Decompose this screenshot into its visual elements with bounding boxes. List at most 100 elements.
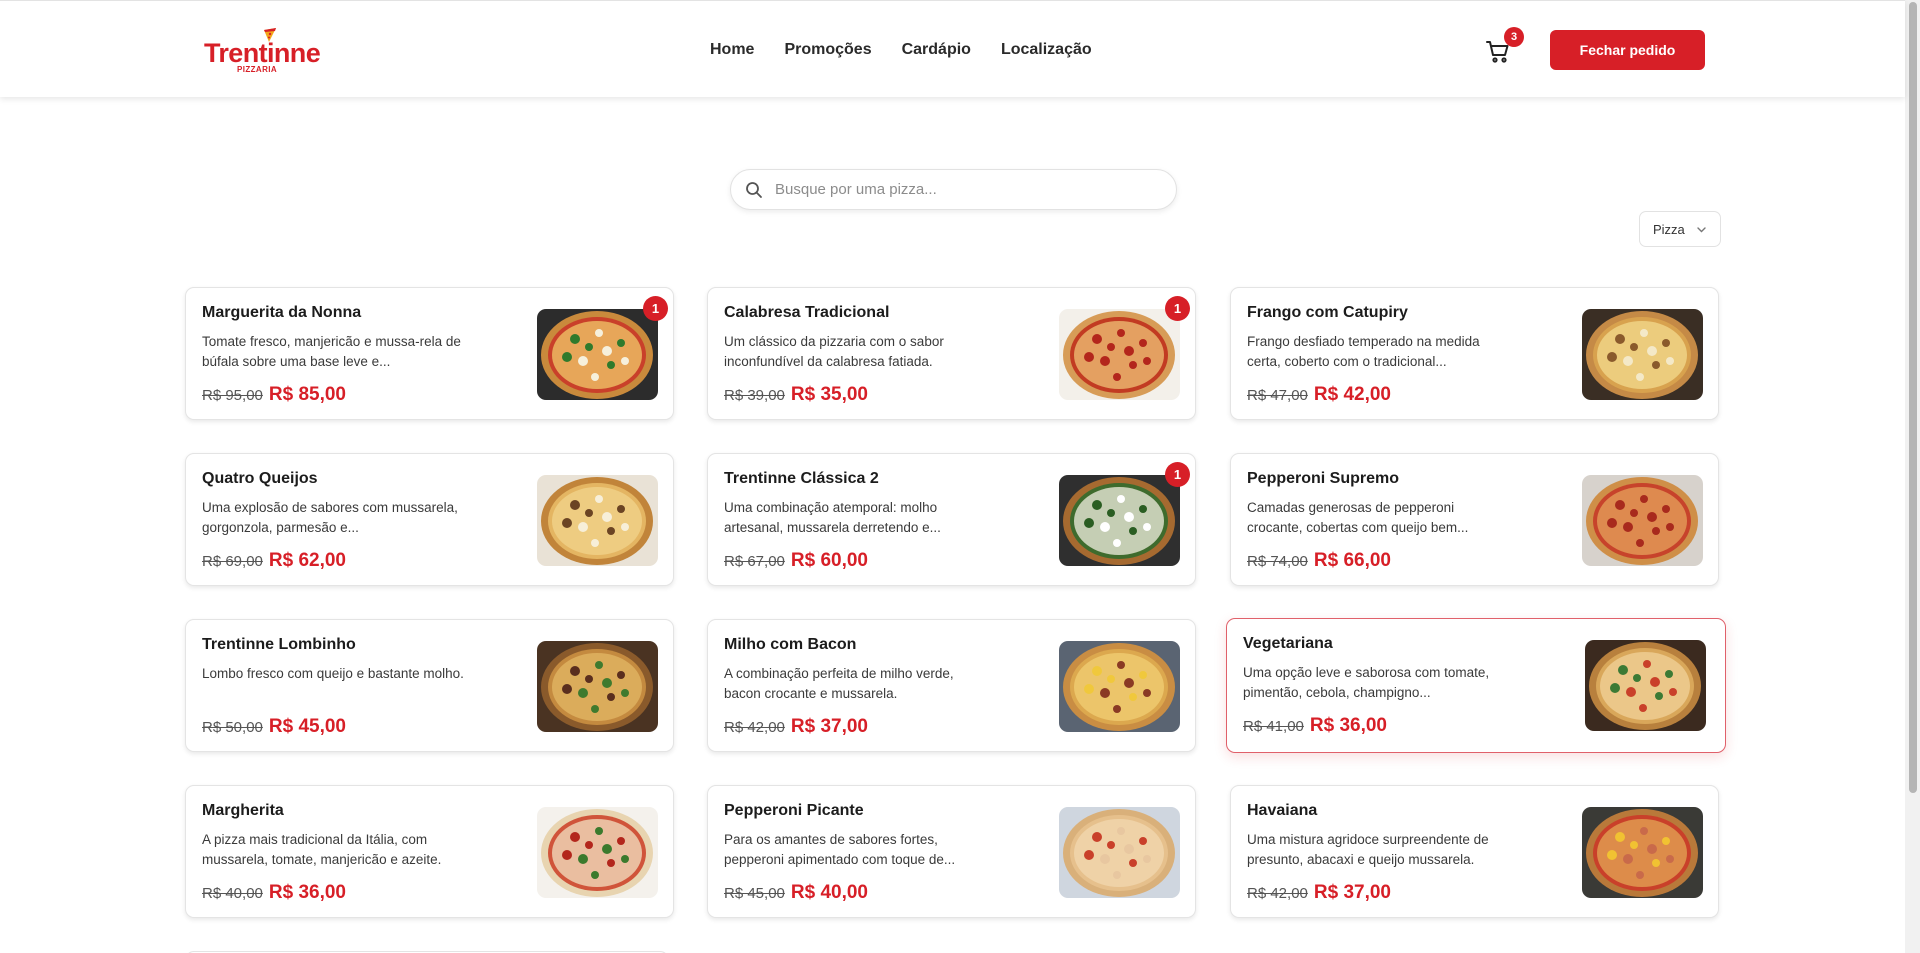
- original-price: R$ 69,00: [202, 553, 263, 570]
- nav-promocoes[interactable]: Promoções: [784, 39, 871, 61]
- product-name: Margherita: [202, 802, 284, 819]
- product-name: Frango com Catupiry: [1247, 304, 1408, 321]
- pizza-image: [1582, 807, 1703, 898]
- product-card[interactable]: Calabresa Tradicional Um clássico da pizz…: [707, 287, 1196, 420]
- checkout-button[interactable]: Fechar pedido: [1550, 30, 1705, 70]
- original-price: R$ 40,00: [202, 885, 263, 902]
- original-price: R$ 95,00: [202, 387, 263, 404]
- scrollbar-thumb[interactable]: [1909, 2, 1917, 793]
- product-image[interactable]: [1059, 309, 1180, 400]
- product-card[interactable]: Trentinne Lombinho Lombo fresco com queij…: [185, 619, 674, 752]
- product-name: Milho com Bacon: [724, 636, 857, 653]
- pizza-slice-icon: [264, 28, 276, 42]
- original-price: R$ 42,00: [1247, 885, 1308, 902]
- product-card[interactable]: Milho com Bacon A combinação perfeita de …: [707, 619, 1196, 752]
- product-card[interactable]: Margherita A pizza mais tradicional da It…: [185, 785, 674, 918]
- price-row: R$ 40,00 R$ 36,00: [202, 882, 346, 904]
- product-card[interactable]: Marguerita da Nonna Tomate fresco, manjer…: [185, 287, 674, 420]
- pizza-image: [1585, 640, 1706, 731]
- product-name: Havaiana: [1247, 802, 1318, 819]
- price-row: R$ 95,00 R$ 85,00: [202, 384, 346, 406]
- sale-price: R$ 60,00: [790, 550, 869, 571]
- cart-quantity-badge: 1: [643, 296, 668, 321]
- sale-price: R$ 45,00: [268, 716, 347, 737]
- sale-price: R$ 37,00: [1313, 882, 1392, 903]
- price-row: R$ 69,00 R$ 62,00: [202, 550, 346, 572]
- product-image[interactable]: [1059, 641, 1180, 732]
- nav-home[interactable]: Home: [710, 39, 754, 61]
- price-row: R$ 67,00 R$ 60,00: [724, 550, 868, 572]
- product-card[interactable]: Havaiana Uma mistura agridoce surpreenden…: [1230, 785, 1719, 918]
- sale-price: R$ 66,00: [1313, 550, 1392, 571]
- original-price: R$ 39,00: [724, 387, 785, 404]
- product-description: Uma opção leve e saborosa com tomate, pi…: [1243, 665, 1490, 700]
- product-image[interactable]: [1585, 640, 1706, 731]
- product-description: Uma explosão de sabores com mussarela, g…: [202, 500, 458, 535]
- product-image[interactable]: [537, 309, 658, 400]
- pizza-image: [537, 475, 658, 566]
- sale-price: R$ 36,00: [1309, 715, 1388, 736]
- original-price: R$ 74,00: [1247, 553, 1308, 570]
- pizza-image: [537, 309, 658, 400]
- original-price: R$ 47,00: [1247, 387, 1308, 404]
- price-row: R$ 74,00 R$ 66,00: [1247, 550, 1391, 572]
- product-card[interactable]: Pepperoni Picante Para os amantes de sabo…: [707, 785, 1196, 918]
- pizza-image: [1582, 309, 1703, 400]
- price-row: R$ 41,00 R$ 36,00: [1243, 715, 1387, 737]
- product-name: Pepperoni Picante: [724, 802, 864, 819]
- product-card[interactable]: Quatro Queijos Uma explosão de sabores co…: [185, 453, 674, 586]
- product-image[interactable]: [1582, 475, 1703, 566]
- original-price: R$ 45,00: [724, 885, 785, 902]
- pizza-image: [1582, 475, 1703, 566]
- product-image[interactable]: [537, 807, 658, 898]
- sale-price: R$ 62,00: [268, 550, 347, 571]
- nav-localizacao[interactable]: Localização: [1001, 39, 1092, 61]
- nav-cardapio[interactable]: Cardápio: [902, 39, 971, 61]
- cart-count-badge: 3: [1504, 27, 1524, 47]
- product-image[interactable]: [1059, 475, 1180, 566]
- product-image[interactable]: [1582, 807, 1703, 898]
- product-card[interactable]: Trentinne Clássica 2 Uma combinação atemp…: [707, 453, 1196, 586]
- product-name: Pepperoni Supremo: [1247, 470, 1400, 487]
- product-card[interactable]: Vegetariana Uma opção leve e saborosa com…: [1226, 618, 1726, 753]
- product-description: Lombo fresco com queijo e bastante molho…: [202, 666, 464, 681]
- brand-logo[interactable]: Trentinne PIZZARIA: [204, 25, 321, 75]
- sale-price: R$ 37,00: [790, 716, 869, 737]
- site-header: Trentinne PIZZARIA Home Promoções Cardáp…: [0, 0, 1905, 97]
- main-nav: Home Promoções Cardápio Localização: [710, 39, 1092, 61]
- sale-price: R$ 40,00: [790, 882, 869, 903]
- cart-quantity-badge: 1: [1165, 296, 1190, 321]
- product-card[interactable]: Frango com Catupiry Frango desfiado tempe…: [1230, 287, 1719, 420]
- original-price: R$ 42,00: [724, 719, 785, 736]
- original-price: R$ 50,00: [202, 719, 263, 736]
- product-description: Uma mistura agridoce surpreendente de pr…: [1247, 832, 1489, 867]
- product-name: Calabresa Tradicional: [724, 304, 890, 321]
- pizza-image: [537, 641, 658, 732]
- sale-price: R$ 35,00: [790, 384, 869, 405]
- product-description: Uma combinação atemporal: molho artesana…: [724, 500, 941, 535]
- product-name: Vegetariana: [1243, 635, 1333, 652]
- sale-price: R$ 36,00: [268, 882, 347, 903]
- sale-price: R$ 42,00: [1313, 384, 1392, 405]
- product-image[interactable]: [1582, 309, 1703, 400]
- price-row: R$ 45,00 R$ 40,00: [724, 882, 868, 904]
- product-name: Quatro Queijos: [202, 470, 318, 487]
- product-card[interactable]: Pepperoni Supremo Camadas generosas de pe…: [1230, 453, 1719, 586]
- product-name: Marguerita da Nonna: [202, 304, 362, 321]
- price-row: R$ 50,00 R$ 45,00: [202, 716, 346, 738]
- product-description: A pizza mais tradicional da Itália, com …: [202, 832, 442, 867]
- pizza-image: [1059, 309, 1180, 400]
- product-image[interactable]: [537, 475, 658, 566]
- cart-quantity-badge: 1: [1165, 462, 1190, 487]
- product-image[interactable]: [537, 641, 658, 732]
- pizza-image: [537, 807, 658, 898]
- product-description: Camadas generosas de pepperoni crocante,…: [1247, 500, 1469, 535]
- product-image[interactable]: [1059, 807, 1180, 898]
- price-row: R$ 39,00 R$ 35,00: [724, 384, 868, 406]
- price-row: R$ 42,00 R$ 37,00: [724, 716, 868, 738]
- sale-price: R$ 85,00: [268, 384, 347, 405]
- pizza-image: [1059, 807, 1180, 898]
- product-description: Tomate fresco, manjericão e mussa-rela d…: [202, 334, 461, 369]
- product-name: Trentinne Clássica 2: [724, 470, 879, 487]
- product-description: Para os amantes de sabores fortes, peppe…: [724, 832, 956, 867]
